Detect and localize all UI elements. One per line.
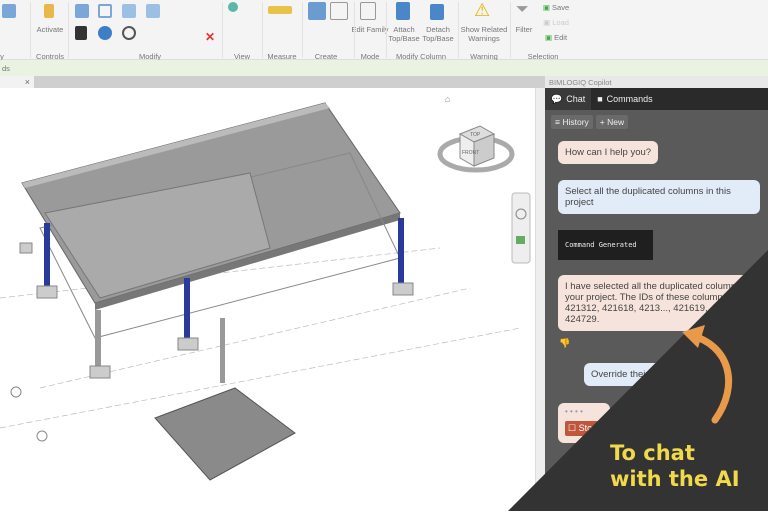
filter-icon[interactable]: ⏷: [516, 2, 530, 18]
move-icon[interactable]: [75, 26, 87, 40]
panel-tabs: 💬 Chat ■ Commands: [545, 88, 768, 110]
new-label: New: [607, 117, 625, 127]
copy-icon[interactable]: [98, 26, 112, 40]
history-label: History: [562, 117, 589, 127]
tab-chat[interactable]: 💬 Chat: [545, 88, 592, 110]
typing-indicator: • • • • ☐ Stop: [558, 403, 610, 443]
filter-button[interactable]: Filter: [516, 25, 533, 34]
3d-viewport[interactable]: TOP FRONT ⌂: [0, 88, 535, 511]
show-related-warnings-button[interactable]: Show Related Warnings: [459, 25, 509, 43]
grid-bubble: [36, 430, 48, 442]
promo-line-2: with the AI: [610, 467, 740, 491]
selected-column[interactable]: [398, 218, 404, 283]
grid-bubble: [10, 386, 22, 398]
column: [220, 318, 225, 383]
group-icon[interactable]: [330, 2, 348, 20]
stop-label: Stop: [578, 423, 598, 433]
tab-commands[interactable]: ■ Commands: [591, 88, 658, 110]
divider: [68, 2, 69, 58]
edit-label: Edit: [554, 33, 568, 42]
dimension-icon[interactable]: [268, 6, 292, 14]
divider: [302, 2, 303, 58]
edit-selection-button[interactable]: ▣ Edit: [545, 33, 567, 42]
ai-message: How can I help you?: [558, 141, 659, 164]
menu-icon: ≡: [555, 117, 560, 127]
save-icon: ■: [597, 94, 603, 104]
3d-model: TOP FRONT ⌂: [0, 94, 531, 481]
selected-column[interactable]: [184, 278, 190, 338]
create-icon[interactable]: [308, 2, 326, 20]
viewcube-front[interactable]: FRONT: [462, 150, 479, 156]
loading-dots: • • • •: [565, 407, 583, 416]
close-tab-icon[interactable]: ×: [25, 77, 30, 87]
save-label: Save: [552, 3, 570, 12]
offset-icon[interactable]: [98, 4, 112, 18]
divider: [30, 2, 31, 58]
detach-top-base-button[interactable]: Detach Top/Base: [421, 25, 455, 43]
mirror-draw-icon[interactable]: [146, 4, 160, 18]
save-selection-button[interactable]: ▣ Save: [543, 3, 569, 12]
divider: [354, 2, 355, 58]
panel-title: BIMLOGIQ Copilot: [545, 76, 768, 88]
selected-column[interactable]: [44, 223, 50, 288]
promo-line-1: To chat: [610, 441, 695, 465]
attach-top-base-button[interactable]: Attach Top/Base: [387, 25, 421, 43]
tool-icon[interactable]: [2, 4, 16, 18]
home-icon[interactable]: ⌂: [445, 94, 450, 104]
pin-icon[interactable]: [44, 4, 54, 18]
load-label: Load: [552, 18, 569, 27]
view-tab-bar: ×: [0, 76, 545, 88]
align-icon[interactable]: [75, 4, 89, 18]
user-message: Override their ...: [584, 363, 724, 386]
new-chat-button[interactable]: + New: [595, 115, 629, 129]
user-message: Select all the duplicated columns in thi…: [558, 180, 760, 214]
rotate-icon[interactable]: [122, 26, 136, 40]
history-button[interactable]: ≡ History: [551, 115, 593, 129]
tab-commands-label: Commands: [606, 94, 653, 104]
thumbs-down-icon[interactable]: 👎: [559, 338, 570, 349]
vertical-scrollbar[interactable]: [535, 88, 545, 511]
command-generated-block[interactable]: Command Generated: [558, 230, 653, 260]
light-icon[interactable]: [228, 2, 238, 12]
divider: [262, 2, 263, 58]
zoom-icon[interactable]: [516, 236, 525, 244]
load-selection-button[interactable]: ▣ Load: [543, 18, 569, 27]
edit-selection-icon: ▣: [544, 33, 553, 42]
warning-icon[interactable]: ⚠: [474, 1, 490, 19]
tab-chat-label: Chat: [566, 94, 586, 104]
delete-icon[interactable]: ✕: [205, 30, 219, 44]
ribbon: Activate ✕ Edit Family Attach Top/Base D…: [0, 0, 768, 61]
divider: [458, 2, 459, 58]
foundation-slab: [154, 387, 296, 481]
view-tab[interactable]: ×: [0, 76, 34, 88]
edit-family-icon[interactable]: [360, 2, 376, 20]
attach-icon[interactable]: [396, 2, 410, 20]
promo-text: To chat with the AI: [610, 440, 740, 492]
divider: [386, 2, 387, 58]
save-selection-icon: ▣: [542, 3, 550, 12]
divider: [510, 2, 511, 58]
plus-icon: +: [599, 117, 605, 127]
chat-icon: 💬: [551, 93, 563, 104]
navigation-bar[interactable]: [511, 192, 531, 264]
detach-icon[interactable]: [430, 4, 444, 20]
load-selection-icon: ▣: [543, 18, 551, 27]
divider: [222, 2, 223, 58]
edit-family-button[interactable]: Edit Family: [351, 25, 388, 34]
viewcube-top[interactable]: TOP: [470, 132, 481, 138]
stop-icon: ☐: [568, 423, 577, 433]
activate-button[interactable]: Activate: [37, 25, 64, 34]
stop-button[interactable]: ☐ Stop: [565, 421, 603, 436]
ai-message: I have selected all the duplicated colum…: [558, 275, 768, 331]
options-bar: ds: [0, 60, 768, 76]
column: [95, 310, 101, 370]
mirror-icon[interactable]: [122, 4, 136, 18]
